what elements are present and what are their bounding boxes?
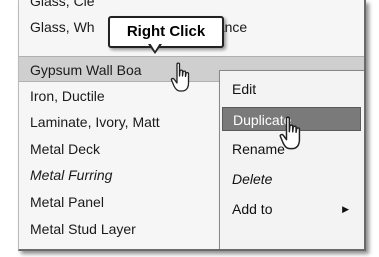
hand-pointer-icon (170, 62, 190, 92)
list-item-label: Metal Deck (30, 141, 101, 157)
list-item-label: Glass, Cle (30, 0, 95, 9)
submenu-arrow-icon: ▶ (342, 204, 349, 214)
list-item[interactable]: Glass, Cle (19, 0, 364, 14)
menu-item-delete[interactable]: Delete (222, 167, 361, 191)
callout-pointer-fill (150, 43, 160, 51)
menu-item-edit[interactable]: Edit (222, 77, 361, 101)
list-item-label: Metal Stud Layer (30, 221, 136, 237)
list-item-label: Gypsum Wall Boa (30, 62, 142, 78)
list-item-label: Metal Furring (30, 167, 113, 183)
menu-item-label: Delete (232, 171, 273, 187)
callout-text: Right Click (126, 23, 206, 40)
list-item-label: Laminate, Ivory, Matt (30, 114, 160, 130)
menu-item-label: Add to (232, 201, 273, 217)
list-item-label: Iron, Ductile (30, 88, 105, 104)
list-item-label: Metal Panel (30, 194, 104, 210)
right-click-callout: Right Click (108, 16, 224, 48)
context-menu: Edit Duplicate Rename Delete Add to ▶ (219, 70, 364, 249)
menu-item-label: Edit (232, 81, 257, 97)
menu-item-label: Rename (232, 141, 285, 157)
list-item-label: Glass, Wh (30, 19, 95, 35)
hand-pointer-icon (279, 116, 301, 150)
menu-item-add-to[interactable]: Add to ▶ (222, 197, 361, 221)
